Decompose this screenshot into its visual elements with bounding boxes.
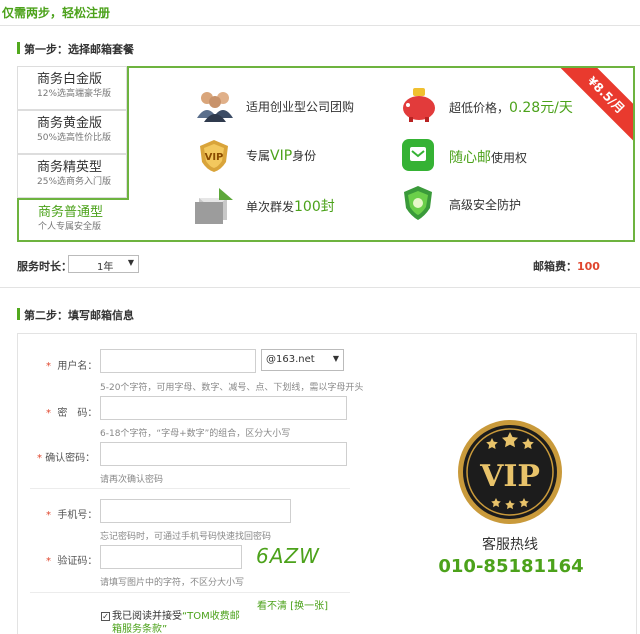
- captcha-image[interactable]: 6AZW: [256, 544, 324, 570]
- phone-hint: 忘记密码时，可通过手机号码快速找回密码: [100, 532, 272, 542]
- password-hint: 6-18个字符，“字母+数字”的组合，区分大小写: [100, 429, 291, 439]
- feature-text: 超低价格，: [449, 101, 510, 115]
- divider: [30, 488, 350, 489]
- username-hint: 5-20个字符，可用字母、数字、减号、点、下划线，需以字母开头: [100, 383, 364, 393]
- group-send-icon: [195, 188, 233, 224]
- plan-desc: 12%选高端豪华版: [37, 89, 112, 99]
- confirm-password-hint: 请再次确认密码: [100, 475, 164, 485]
- vip-badge-icon: VIP: [458, 420, 562, 524]
- fee-display: 邮箱费：100: [533, 258, 600, 274]
- svg-text:VIP: VIP: [205, 152, 224, 163]
- domain-value: @163.net: [266, 354, 315, 365]
- label-text: 密 码：: [57, 408, 98, 419]
- username-label: * 用户名：: [46, 361, 98, 372]
- password-input[interactable]: [100, 396, 347, 420]
- feature-text: 使用权: [491, 151, 528, 165]
- duration-label: 服务时长：: [17, 260, 72, 273]
- feature-security: 高级安全防护: [449, 198, 522, 212]
- page-title: 仅需两步，轻松注册: [2, 6, 111, 20]
- captcha-hint: 请填写图片中的字符，不区分大小写: [100, 578, 245, 588]
- divider: [0, 287, 640, 288]
- features-panel: ¥8.5/月 VIP 适用创业型公司团购 超低价格，0.28元/天 专属VIP身…: [127, 66, 635, 242]
- label-text: 用户名：: [57, 361, 98, 372]
- feature-highlight: 随心邮: [449, 150, 491, 166]
- step-marker: [17, 42, 20, 54]
- fee-label: 邮箱费：: [533, 260, 577, 273]
- feature-price: 0.28元/天: [509, 100, 573, 116]
- feature-group-buy: 适用创业型公司团购: [246, 100, 355, 114]
- phone-input[interactable]: [100, 499, 291, 523]
- fee-value: 100: [577, 260, 600, 273]
- plan-desc: 个人专属安全版: [38, 222, 102, 232]
- agree-label: 我已阅读并接受: [112, 611, 182, 622]
- plan-platinum[interactable]: 商务白金版 12%选高端豪华版: [17, 66, 127, 110]
- step2-title: 第二步：填写邮箱信息: [24, 309, 134, 322]
- chevron-down-icon: ▼: [332, 354, 339, 363]
- group-users-icon: [197, 92, 233, 122]
- duration-select[interactable]: 1年 ▼: [68, 255, 139, 273]
- phone-label: * 手机号：: [46, 510, 98, 521]
- feature-mobile-mail: 随心邮使用权: [449, 147, 527, 167]
- plan-name: 商务精英型: [37, 160, 103, 175]
- step-marker: [17, 308, 20, 320]
- refresh-captcha-link[interactable]: 看不清 [换一张]: [257, 597, 328, 612]
- feature-low-price: 超低价格，0.28元/天: [449, 97, 573, 117]
- plan-name: 商务普通型: [38, 205, 104, 220]
- domain-select[interactable]: @163.net ▼: [261, 349, 344, 371]
- feature-group-send: 单次群发100封: [246, 196, 335, 216]
- password-label: * 密 码：: [46, 408, 98, 419]
- label-text: 手机号：: [57, 510, 98, 521]
- confirm-password-input[interactable]: [100, 442, 347, 466]
- security-shield-icon: [404, 186, 432, 220]
- chevron-down-icon: ▼: [127, 258, 134, 267]
- divider: [0, 25, 640, 26]
- plan-standard[interactable]: 商务普通型 个人专属安全版: [17, 198, 129, 242]
- agree-checkbox[interactable]: ✓: [101, 612, 110, 621]
- plan-elite[interactable]: 商务精英型 25%选商务入门版: [17, 154, 127, 198]
- agreement-text: 我已阅读并接受“TOM收费邮箱服务条款”: [112, 610, 242, 634]
- plan-name: 商务黄金版: [37, 116, 103, 131]
- plan-desc: 25%选商务入门版: [37, 177, 112, 187]
- captcha-label: * 验证码：: [46, 556, 98, 567]
- duration-value: 1年: [97, 262, 114, 273]
- piggy-bank-icon: [403, 88, 435, 122]
- confirm-password-label: * 确认密码：: [37, 453, 96, 464]
- mobile-mail-icon: [402, 139, 434, 171]
- hotline-label: 客服热线: [482, 537, 538, 553]
- hotline-number: 010-85181164: [438, 556, 584, 577]
- label-text: 验证码：: [57, 556, 98, 567]
- vip-shield-icon: VIP: [200, 140, 228, 172]
- plan-gold[interactable]: 商务黄金版 50%选高性价比版: [17, 110, 127, 154]
- vip-text: VIP: [479, 459, 540, 494]
- feature-vip: 专属VIP身份: [246, 147, 316, 164]
- captcha-input[interactable]: [100, 545, 242, 569]
- feature-text: 专属: [246, 149, 271, 163]
- username-input[interactable]: [100, 349, 256, 373]
- divider: [30, 592, 350, 593]
- step1-title: 第一步：选择邮箱套餐: [24, 43, 134, 56]
- plan-name: 商务白金版: [37, 72, 103, 87]
- feature-count: 100封: [294, 199, 335, 215]
- feature-vip-word: VIP: [270, 148, 293, 164]
- feature-text: 单次群发: [246, 200, 295, 214]
- feature-text: 身份: [292, 149, 317, 163]
- plan-desc: 50%选高性价比版: [37, 133, 112, 143]
- label-text: 确认密码：: [45, 453, 96, 464]
